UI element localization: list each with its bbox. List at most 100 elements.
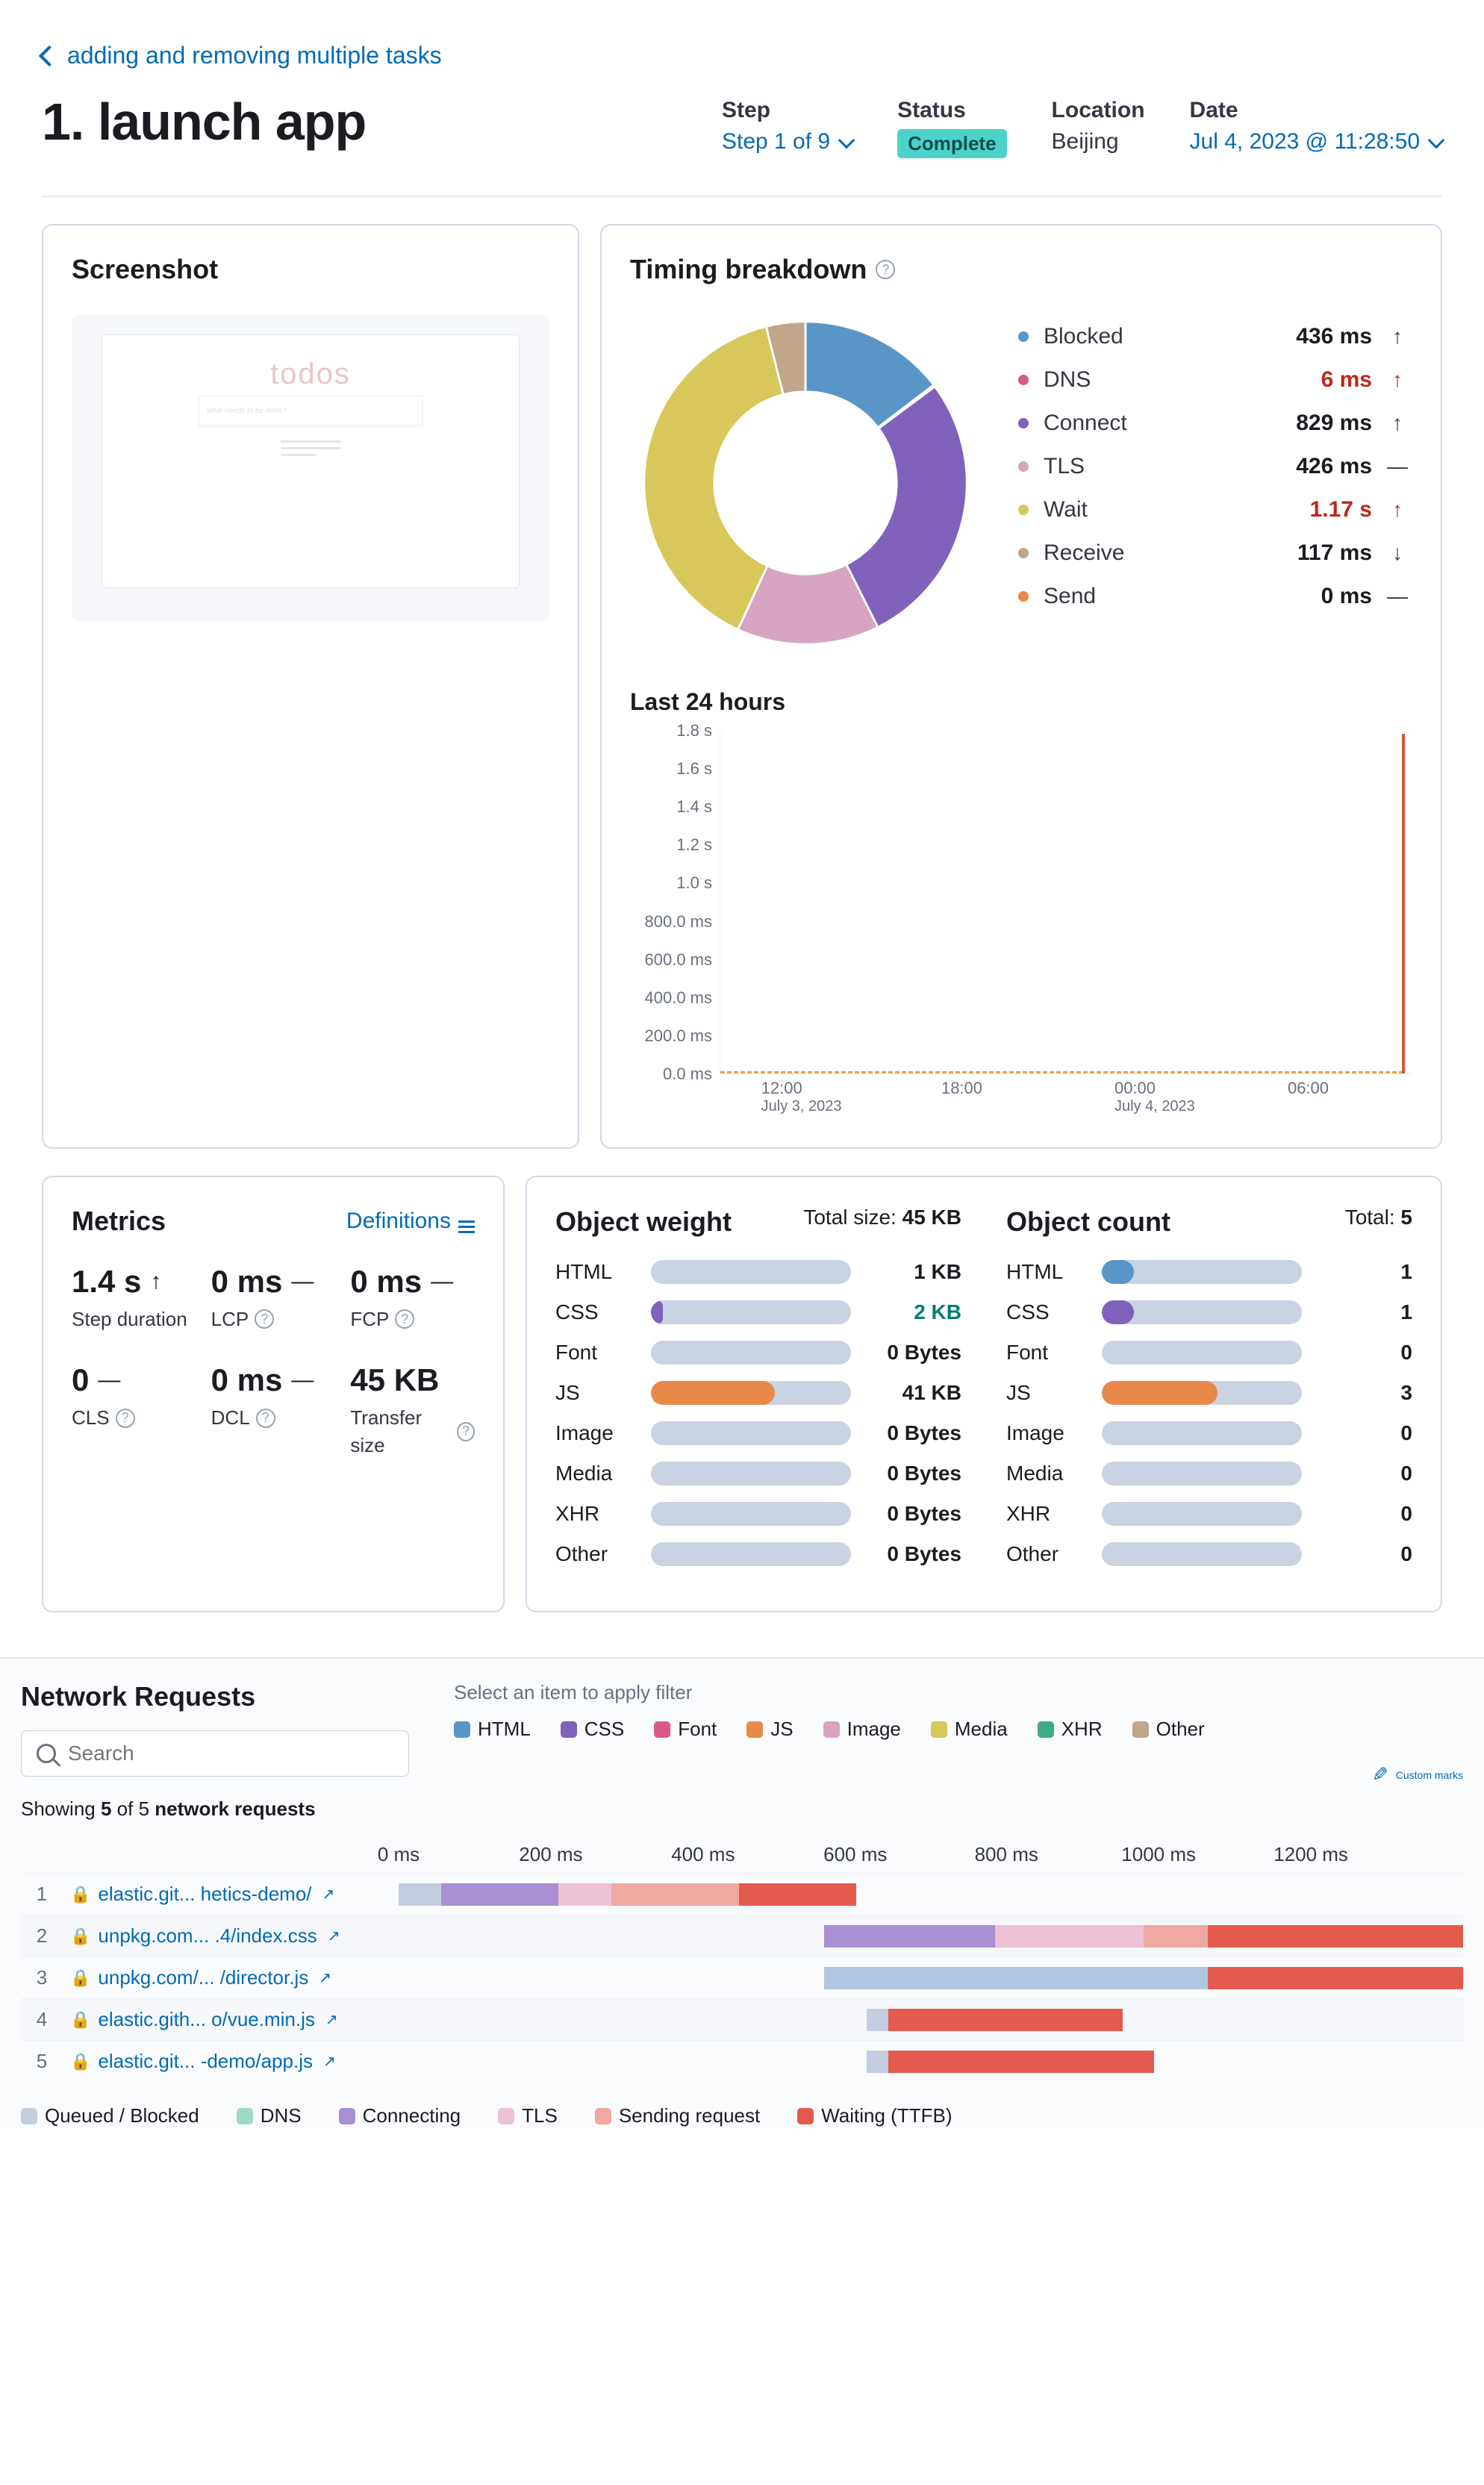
legend-item[interactable]: DNS — [237, 2104, 302, 2127]
filter-chip[interactable]: XHR — [1038, 1718, 1103, 1741]
filter-chip[interactable]: HTML — [454, 1718, 531, 1741]
status-badge: Complete — [897, 129, 1006, 158]
request-link[interactable]: 🔒unpkg.com... .4/index.css↗ — [63, 1924, 399, 1948]
object-row: JS 3 — [1006, 1381, 1412, 1405]
help-icon[interactable]: ? — [256, 1409, 275, 1428]
back-link-text: adding and removing multiple tasks — [67, 42, 442, 69]
trend-icon: ↑ — [1382, 368, 1412, 392]
legend-item[interactable]: Waiting (TTFB) — [797, 2104, 952, 2127]
timing-card: Timing breakdown ? Blocked 436 ms ↑ DNS … — [600, 224, 1442, 1149]
request-link[interactable]: 🔒elastic.gith... o/vue.min.js↗ — [63, 2008, 399, 2031]
metrics-title: Metrics — [72, 1206, 166, 1237]
waterfall-row[interactable]: 2 🔒unpkg.com... .4/index.css↗ — [21, 1915, 1463, 1956]
timing-row: Send 0 ms — — [1018, 575, 1412, 618]
list-icon — [458, 1220, 475, 1223]
network-title: Network Requests — [21, 1681, 409, 1712]
timing-row: Connect 829 ms ↑ — [1018, 402, 1412, 445]
timing-row: Wait 1.17 s ↑ — [1018, 488, 1412, 531]
color-dot — [1018, 331, 1029, 342]
external-link-icon: ↗ — [325, 2010, 338, 2029]
location-label: Location — [1052, 98, 1145, 123]
help-icon[interactable]: ? — [876, 260, 895, 279]
metric-item: 45 KB Transfer size ? — [350, 1362, 475, 1459]
object-row: Media 0 Bytes — [555, 1462, 961, 1485]
legend-item[interactable]: Sending request — [595, 2104, 760, 2127]
object-count-title: Object count — [1006, 1206, 1170, 1238]
help-icon[interactable]: ? — [457, 1422, 475, 1441]
help-icon[interactable]: ? — [255, 1309, 274, 1329]
last24-title: Last 24 hours — [630, 688, 1412, 716]
filter-chip[interactable]: Media — [931, 1718, 1008, 1741]
filter-chip[interactable]: Font — [654, 1718, 717, 1741]
trend-icon: — — [1382, 455, 1412, 478]
timing-row: TLS 426 ms — — [1018, 445, 1412, 488]
help-icon[interactable]: ? — [116, 1409, 135, 1428]
search-input[interactable] — [21, 1730, 409, 1777]
showing-text: Showing 5 of 5 network requests — [21, 1798, 409, 1821]
screenshot-thumbnail[interactable]: todos what needs to be done? — [72, 315, 549, 621]
chevron-down-icon — [1428, 132, 1445, 149]
object-row: HTML 1 — [1006, 1260, 1412, 1284]
metrics-card: Metrics Definitions 1.4 s ↑ Step duratio… — [42, 1176, 505, 1612]
color-dot — [1018, 418, 1029, 428]
legend-item[interactable]: TLS — [498, 2104, 558, 2127]
status-label: Status — [897, 98, 1006, 123]
waterfall-row[interactable]: 4 🔒elastic.gith... o/vue.min.js↗ — [21, 1998, 1463, 2040]
back-link[interactable]: adding and removing multiple tasks — [42, 42, 1442, 69]
request-link[interactable]: 🔒elastic.git... hetics-demo/↗ — [63, 1883, 399, 1906]
filter-chip[interactable]: CSS — [561, 1718, 624, 1741]
timing-donut-chart — [630, 308, 981, 658]
request-link[interactable]: 🔒unpkg.com/... /director.js↗ — [63, 1966, 399, 1989]
lock-icon: 🔒 — [70, 2052, 90, 2071]
filter-label: Select an item to apply filter — [454, 1681, 1463, 1704]
object-row: JS 41 KB — [555, 1381, 961, 1405]
metric-item: 0 ms — DCL ? — [211, 1362, 336, 1459]
lock-icon: 🔒 — [70, 2010, 90, 2030]
object-row: Image 0 — [1006, 1421, 1412, 1445]
color-dot — [1018, 591, 1029, 602]
metric-item: 0 ms — FCP ? — [350, 1264, 475, 1332]
external-link-icon: ↗ — [323, 2052, 336, 2071]
timing-row: Blocked 436 ms ↑ — [1018, 315, 1412, 358]
custom-marks-link[interactable]: Custom marks — [1396, 1769, 1463, 1781]
step-selector[interactable]: Step 1 of 9 — [722, 129, 852, 155]
timing-title: Timing breakdown — [630, 254, 867, 285]
metric-item: 0 ms — LCP ? — [211, 1264, 336, 1332]
object-row: CSS 2 KB — [555, 1300, 961, 1324]
last24-chart: 1.8 s1.6 s1.4 s1.2 s1.0 s800.0 ms600.0 m… — [630, 731, 1412, 1119]
step-label: Step — [722, 98, 852, 123]
color-dot — [1018, 548, 1029, 558]
object-count-total: Total: 5 — [1345, 1206, 1412, 1229]
definitions-link[interactable]: Definitions — [346, 1209, 475, 1234]
legend-item[interactable]: Queued / Blocked — [21, 2104, 199, 2127]
object-row: Other 0 Bytes — [555, 1542, 961, 1566]
lock-icon: 🔒 — [70, 1885, 90, 1904]
color-dot — [1018, 375, 1029, 385]
external-link-icon: ↗ — [328, 1927, 340, 1945]
location-value: Beijing — [1052, 129, 1145, 155]
metric-item: 1.4 s ↑ Step duration — [72, 1264, 196, 1332]
filter-chip[interactable]: Other — [1132, 1718, 1205, 1741]
screenshot-title: Screenshot — [72, 254, 549, 285]
object-row: Media 0 — [1006, 1462, 1412, 1485]
external-link-icon: ↗ — [322, 1885, 335, 1903]
trend-icon: — — [1382, 584, 1412, 608]
waterfall-row[interactable]: 1 🔒elastic.git... hetics-demo/↗ — [21, 1873, 1463, 1915]
waterfall-row[interactable]: 5 🔒elastic.git... -demo/app.js↗ — [21, 2040, 1463, 2082]
lock-icon: 🔒 — [70, 1968, 90, 1988]
filter-chip[interactable]: Image — [823, 1718, 901, 1741]
object-row: Font 0 — [1006, 1341, 1412, 1365]
request-link[interactable]: 🔒elastic.git... -demo/app.js↗ — [63, 2050, 399, 2073]
color-dot — [1018, 461, 1029, 472]
trend-icon: ↑ — [1382, 411, 1412, 435]
legend-item[interactable]: Connecting — [339, 2104, 461, 2127]
trend-icon: ↑ — [1382, 325, 1412, 349]
waterfall-row[interactable]: 3 🔒unpkg.com/... /director.js↗ — [21, 1956, 1463, 1998]
lock-icon: 🔒 — [70, 1927, 90, 1946]
timing-row: DNS 6 ms ↑ — [1018, 358, 1412, 402]
external-link-icon: ↗ — [319, 1968, 331, 1987]
filter-chip[interactable]: JS — [746, 1718, 793, 1741]
help-icon[interactable]: ? — [395, 1309, 414, 1329]
chevron-left-icon — [39, 45, 60, 66]
date-selector[interactable]: Jul 4, 2023 @ 11:28:50 — [1190, 129, 1442, 155]
